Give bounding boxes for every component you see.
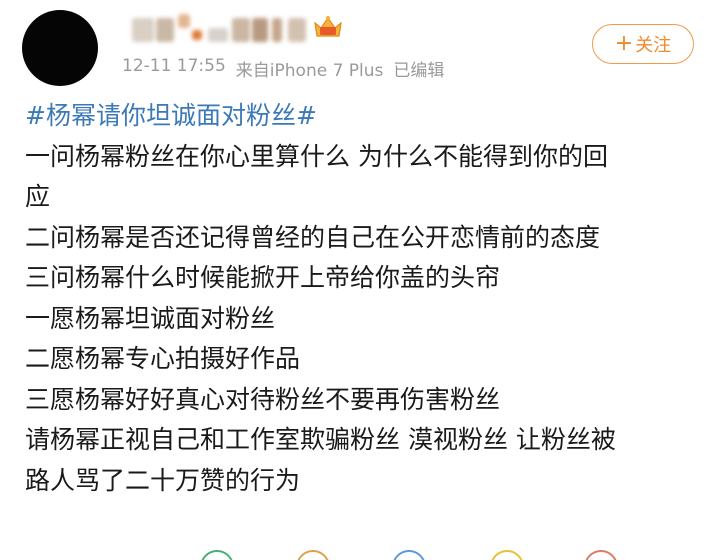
post-line: 三愿杨幂好好真心对待粉丝不要再伤害粉丝 (25, 384, 501, 414)
action-bar (0, 546, 720, 560)
post-body: #杨幂请你坦诚面对粉丝# 一问杨幂粉丝在你心里算什么 为什么不能得到你的回 应 … (25, 96, 705, 501)
post-source: 来自iPhone 7 Plus (235, 61, 384, 81)
more-icon[interactable] (584, 550, 618, 560)
share-icon[interactable] (200, 550, 234, 560)
weibo-post: 12-11 17:55 来自iPhone 7 Plus 已编辑 + 关注 #杨幂… (0, 0, 720, 560)
comment-icon[interactable] (296, 550, 330, 560)
post-line: 请杨幂正视自己和工作室欺骗粉丝 漠视粉丝 让粉丝被 (25, 425, 616, 454)
follow-button[interactable]: + 关注 (592, 24, 694, 64)
plus-icon: + (614, 31, 634, 56)
like-icon[interactable] (392, 550, 426, 560)
username-redacted[interactable] (132, 8, 308, 46)
post-line: 路人骂了二十万赞的行为 (25, 465, 301, 495)
post-edited-label[interactable]: 已编辑 (393, 56, 444, 81)
post-line: 应 (25, 182, 51, 211)
reward-icon[interactable] (490, 550, 524, 560)
hashtag-link[interactable]: #杨幂请你坦诚面对粉丝# (25, 96, 705, 137)
post-line: 一问杨幂粉丝在你心里算什么 为什么不能得到你的回 (25, 141, 608, 171)
post-line: 二愿杨幂专心拍摄好作品 (25, 344, 301, 373)
post-line: 二问杨幂是否还记得曾经的自己在公开恋情前的态度 (25, 222, 601, 252)
vip-crown-icon (312, 14, 344, 40)
post-line: 三问杨幂什么时候能掀开上帝给你盖的头帘 (25, 263, 501, 292)
post-timestamp: 12-11 17:55 (122, 56, 226, 76)
post-meta: 12-11 17:55 来自iPhone 7 Plus 已编辑 (122, 56, 444, 81)
post-line: 一愿杨幂坦诚面对粉丝 (25, 303, 276, 333)
avatar[interactable] (22, 10, 98, 86)
follow-label: 关注 (635, 35, 672, 56)
